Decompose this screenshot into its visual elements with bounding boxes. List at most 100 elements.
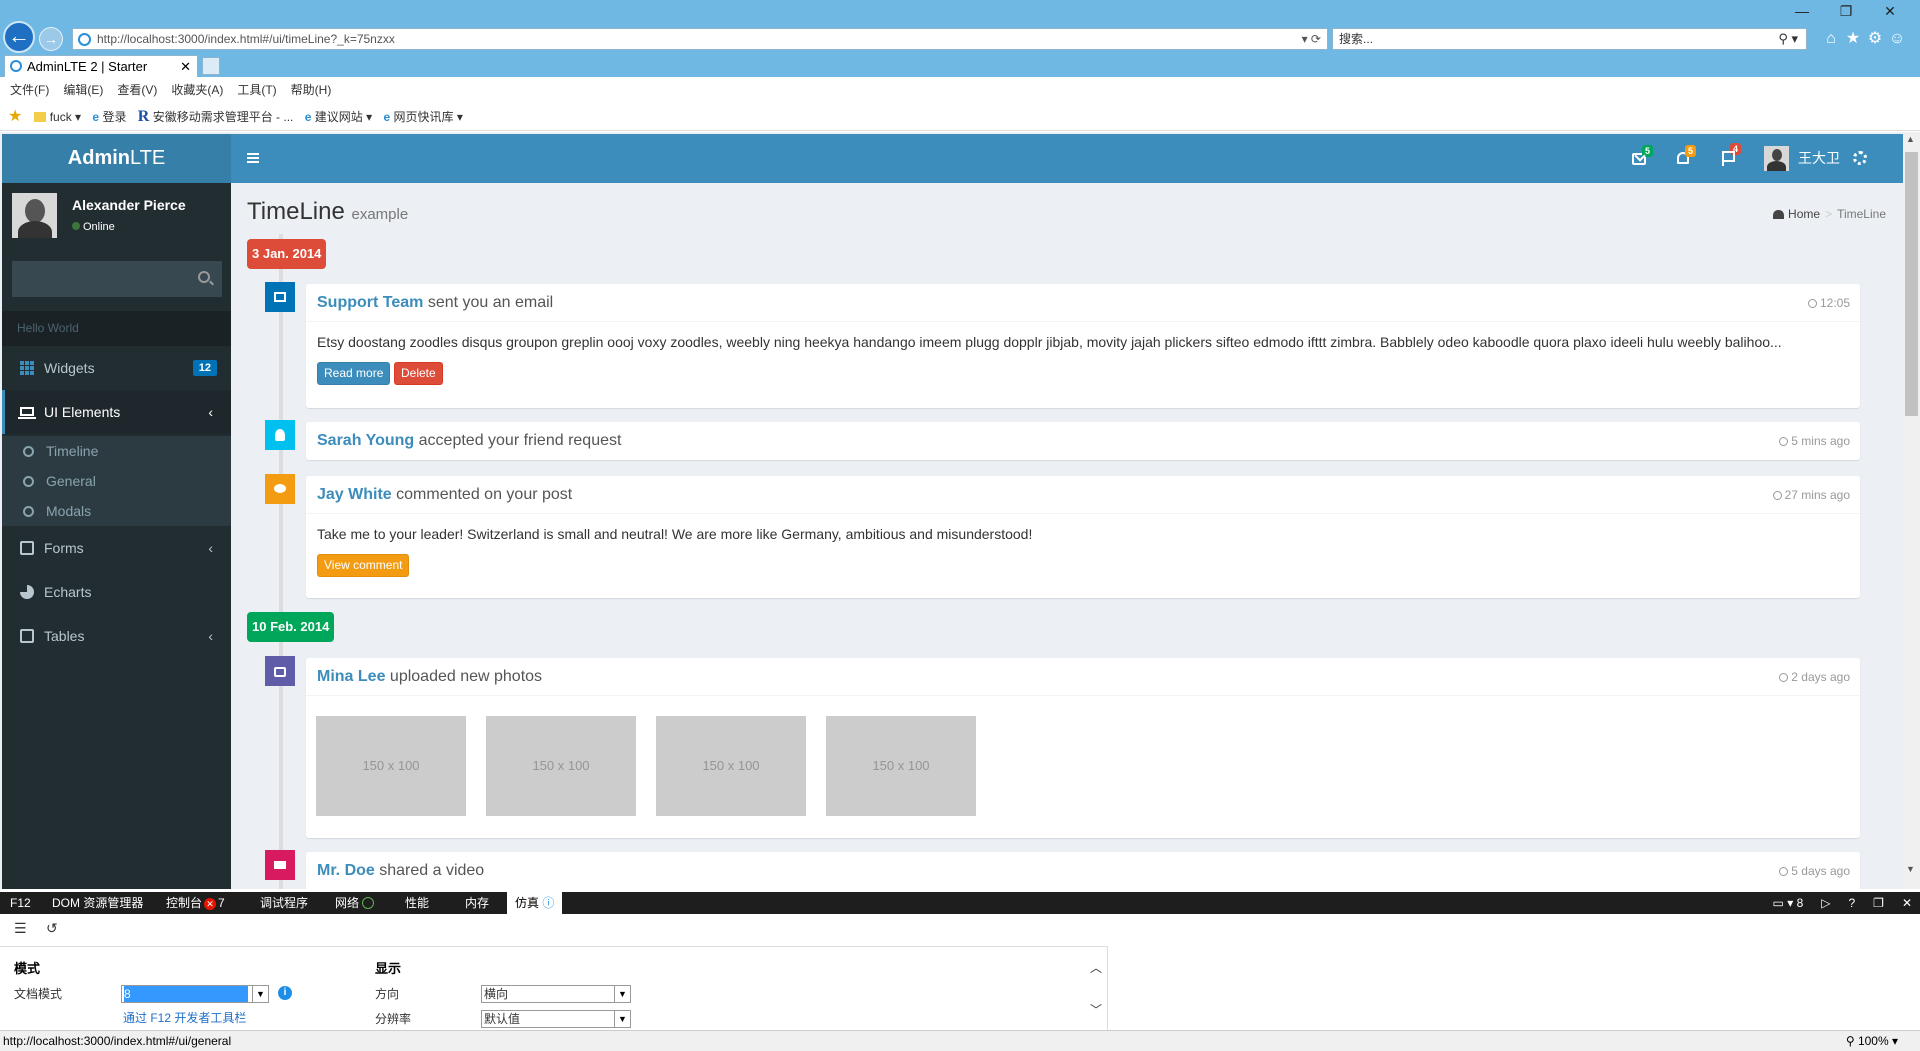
photo-placeholder[interactable]: 150 x 100 bbox=[656, 716, 806, 816]
sidebar-item-ui-elements[interactable]: UI Elements ‹ bbox=[2, 390, 231, 434]
search-icon[interactable]: ⚲ ▾ bbox=[1778, 29, 1798, 49]
restore-icon[interactable]: ❐ bbox=[1824, 3, 1868, 20]
navbar-avatar[interactable] bbox=[1764, 146, 1789, 171]
scrollbar-thumb[interactable] bbox=[1905, 152, 1918, 416]
timeline-user-link[interactable]: Support Team bbox=[317, 294, 423, 311]
hamburger-menu-icon[interactable] bbox=[247, 153, 259, 155]
devtools-tab-debugger[interactable]: 调试程序 bbox=[260, 892, 308, 914]
timeline-user-link[interactable]: Sarah Young bbox=[317, 432, 414, 449]
close-icon[interactable]: ✕ bbox=[1868, 3, 1912, 20]
menu-file[interactable]: 文件(F) bbox=[10, 77, 49, 103]
search-icon[interactable] bbox=[198, 271, 210, 283]
sidebar-item-widgets[interactable]: Widgets 12 bbox=[2, 346, 231, 390]
timeline-user-link[interactable]: Jay White bbox=[317, 486, 392, 503]
devtools-tab-dom[interactable]: DOM 资源管理器 bbox=[52, 892, 143, 914]
sidebar-item-forms[interactable]: Forms ‹ bbox=[2, 526, 231, 570]
favorites-icon[interactable]: ★ bbox=[8, 103, 22, 131]
tab-close-icon[interactable]: ✕ bbox=[180, 56, 191, 77]
orientation-select[interactable]: 横向 ▼ bbox=[481, 985, 631, 1003]
scroll-up-icon[interactable]: ▲ bbox=[1906, 134, 1917, 145]
logo[interactable]: AdminLTE bbox=[2, 134, 231, 183]
online-dot-icon bbox=[72, 222, 80, 230]
fav-item-login[interactable]: e 登录 bbox=[92, 103, 126, 131]
timeline-body: Etsy doostang zoodles disqus groupon gre… bbox=[317, 334, 1782, 350]
doc-mode-icon[interactable]: ▭ ▾ 8 bbox=[1773, 896, 1804, 910]
menu-favorites[interactable]: 收藏夹(A) bbox=[171, 77, 223, 103]
menu-help[interactable]: 帮助(H) bbox=[291, 77, 332, 103]
panel-scroll-down-icon[interactable]: ﹀ bbox=[1090, 1001, 1102, 1018]
browser-search[interactable]: 搜索... ⚲ ▾ bbox=[1332, 28, 1807, 50]
chevron-down-icon[interactable]: ▼ bbox=[252, 986, 268, 1002]
forward-button[interactable]: → bbox=[39, 27, 63, 51]
doc-mode-select[interactable]: 8 ▼ bbox=[121, 985, 269, 1003]
error-count: 7 bbox=[218, 896, 225, 910]
scroll-down-icon[interactable]: ▼ bbox=[1906, 864, 1917, 875]
info-icon[interactable]: i bbox=[278, 986, 292, 1000]
submenu-item-timeline[interactable]: Timeline bbox=[2, 436, 231, 466]
timeline-header: Sarah Young accepted your friend request… bbox=[306, 422, 1860, 460]
new-tab-button[interactable] bbox=[202, 57, 220, 75]
sidebar-search-input[interactable] bbox=[12, 261, 222, 297]
web-page: AdminLTE Alexander Pierce Online Hello W… bbox=[0, 132, 1920, 889]
gears-icon[interactable] bbox=[1853, 151, 1867, 165]
devtools-close-icon[interactable]: ✕ bbox=[1902, 896, 1912, 910]
main-sidebar: AdminLTE Alexander Pierce Online Hello W… bbox=[2, 134, 231, 889]
breadcrumb-home[interactable]: Home bbox=[1788, 207, 1820, 221]
home-icon[interactable]: ⌂ bbox=[1820, 30, 1842, 48]
browser-tab[interactable]: AdminLTE 2 | Starter ✕ bbox=[4, 55, 198, 77]
timeline-user-link[interactable]: Mina Lee bbox=[317, 668, 385, 685]
fav-item-fuck[interactable]: fuck ▾ bbox=[33, 103, 81, 131]
favorites-star-icon[interactable]: ★ bbox=[1842, 28, 1864, 48]
minimize-icon[interactable]: — bbox=[1780, 3, 1824, 19]
panel-scroll-up-icon[interactable]: ︿ bbox=[1090, 959, 1102, 976]
smiley-icon[interactable]: ☺ bbox=[1886, 30, 1908, 48]
tasks-flag-icon[interactable]: 4 bbox=[1722, 143, 1742, 166]
delete-button[interactable]: Delete bbox=[394, 362, 443, 385]
devtools-tabbar: F12 DOM 资源管理器 控制台 ✕ 7 调试程序 网络 性能 内存 仿真 ⓘ ▭… bbox=[0, 892, 1920, 914]
chevron-down-icon[interactable]: ▼ bbox=[614, 1011, 630, 1027]
photo-placeholder[interactable]: 150 x 100 bbox=[486, 716, 636, 816]
fav-item-webslice[interactable]: e 网页快讯库 ▾ bbox=[383, 103, 462, 131]
menu-view[interactable]: 查看(V) bbox=[117, 77, 157, 103]
devtools-tab-memory[interactable]: 内存 bbox=[465, 892, 489, 914]
messages-envelope-icon[interactable]: 5 bbox=[1632, 145, 1654, 165]
page-scrollbar[interactable]: ▲ ▼ bbox=[1903, 132, 1920, 889]
sidebar-item-echarts[interactable]: Echarts bbox=[2, 570, 231, 614]
photo-placeholder[interactable]: 150 x 100 bbox=[316, 716, 466, 816]
resolution-select[interactable]: 默认值 ▼ bbox=[481, 1010, 631, 1028]
undock-icon[interactable]: ❐ bbox=[1873, 896, 1884, 910]
submenu-item-general[interactable]: General bbox=[2, 466, 231, 496]
timeline-user-link[interactable]: Mr. Doe bbox=[317, 862, 375, 879]
doc-mode-link[interactable]: 通过 F12 开发者工具栏 bbox=[123, 1009, 246, 1026]
chevron-down-icon[interactable]: ▼ bbox=[614, 986, 630, 1002]
zoom-control[interactable]: ⚲ 100% ▾ bbox=[1846, 1031, 1898, 1051]
help-icon[interactable]: ? bbox=[1848, 896, 1855, 910]
emulation-settings-icon[interactable]: ☰ bbox=[14, 920, 27, 937]
devtools-tab-console[interactable]: 控制台 ✕ 7 bbox=[166, 892, 225, 914]
refresh-icon[interactable]: ▾ ⟳ bbox=[1302, 29, 1321, 49]
console-icon[interactable]: ▷ bbox=[1821, 896, 1830, 910]
devtools-tab-performance[interactable]: 性能 bbox=[405, 892, 429, 914]
devtools-tab-f12[interactable]: F12 bbox=[10, 892, 31, 914]
settings-gear-icon[interactable]: ⚙ bbox=[1864, 28, 1886, 48]
notifications-bell-icon[interactable]: 5 bbox=[1677, 145, 1697, 164]
timeline-time: 5 days ago bbox=[1779, 852, 1850, 889]
submenu-item-modals[interactable]: Modals bbox=[2, 496, 231, 526]
reset-icon[interactable]: ↺ bbox=[46, 920, 58, 937]
browser-toolbar-icons: ⌂ ★ ⚙ ☺ bbox=[1820, 28, 1908, 50]
clock-icon bbox=[1779, 673, 1789, 682]
address-bar[interactable]: http://localhost:3000/index.html#/ui/tim… bbox=[72, 28, 1328, 50]
photo-placeholder[interactable]: 150 x 100 bbox=[826, 716, 976, 816]
devtools-tab-network[interactable]: 网络 bbox=[335, 892, 375, 914]
pie-chart-icon bbox=[20, 585, 34, 599]
fav-item-anhui[interactable]: R 安徽移动需求管理平台 - ... bbox=[138, 103, 294, 131]
fav-item-suggested[interactable]: e 建议网站 ▾ bbox=[305, 103, 372, 131]
menu-tools[interactable]: 工具(T) bbox=[237, 77, 276, 103]
navbar-user-name[interactable]: 王大卫 bbox=[1798, 134, 1840, 183]
menu-edit[interactable]: 编辑(E) bbox=[63, 77, 103, 103]
read-more-button[interactable]: Read more bbox=[317, 362, 391, 385]
sidebar-item-tables[interactable]: Tables ‹ bbox=[2, 614, 231, 658]
view-comment-button[interactable]: View comment bbox=[317, 554, 410, 577]
back-button[interactable]: ← bbox=[3, 21, 35, 53]
devtools-tab-emulation[interactable]: 仿真 ⓘ bbox=[507, 892, 563, 914]
